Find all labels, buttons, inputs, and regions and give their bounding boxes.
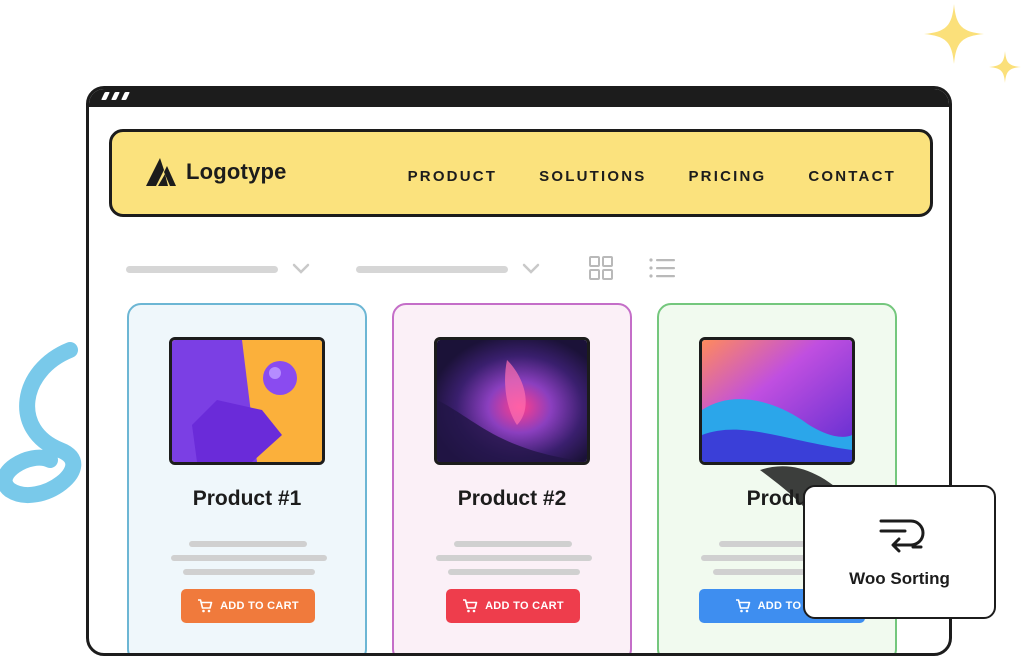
chevron-down-icon [292,263,310,274]
sparkle-small-icon [989,51,1021,83]
window-dot[interactable] [111,92,120,100]
chevron-down-icon [522,263,540,274]
dropdown-placeholder [126,265,278,273]
product-image[interactable] [434,337,590,465]
description-line [448,569,580,575]
window-dot[interactable] [121,92,130,100]
nav-link-product[interactable]: PRODUCT [408,168,498,185]
window-titlebar [89,89,949,107]
cart-icon [463,599,478,613]
logo[interactable]: Logotype [146,158,287,186]
description-line [189,541,307,547]
sort-dropdown[interactable] [126,263,310,275]
window-dot[interactable] [101,92,110,100]
window-dots [101,92,130,100]
product-title[interactable]: Product #2 [394,487,630,511]
sparkle-large-icon [924,4,984,64]
dropdown-placeholder [356,265,508,273]
woo-sorting-popup[interactable]: Woo Sorting [803,485,996,619]
filter-dropdown[interactable] [356,263,540,275]
product-card-2: Product #2 ADD TO CART [392,303,632,653]
logo-text: Logotype [186,159,287,184]
nav-link-solutions[interactable]: SOLUTIONS [539,168,646,185]
nav-link-pricing[interactable]: PRICING [688,168,766,185]
product-card-1: Product #1 ADD TO CART [127,303,367,653]
product-toolbar [126,255,926,281]
logo-icon [146,158,176,186]
add-to-cart-label: ADD TO CART [220,600,299,612]
product-image[interactable] [169,337,325,465]
nav-link-contact[interactable]: CONTACT [808,168,896,185]
product-title[interactable]: Product #1 [129,487,365,511]
sort-icon [879,519,925,553]
add-to-cart-button[interactable]: ADD TO CART [181,589,315,623]
cart-icon [198,599,213,613]
woo-sorting-label: Woo Sorting [849,569,950,588]
description-line [436,555,592,561]
add-to-cart-label: ADD TO CART [485,600,564,612]
description-line [171,555,327,561]
main-navigation: PRODUCT SOLUTIONS PRICING CONTACT [408,168,896,185]
add-to-cart-button[interactable]: ADD TO CART [446,589,580,623]
cart-icon [735,599,750,613]
grid-view-icon[interactable] [588,255,614,281]
description-line [183,569,315,575]
site-header: Logotype PRODUCT SOLUTIONS PRICING CONTA… [109,129,933,217]
list-view-icon[interactable] [648,255,676,281]
description-line [454,541,572,547]
